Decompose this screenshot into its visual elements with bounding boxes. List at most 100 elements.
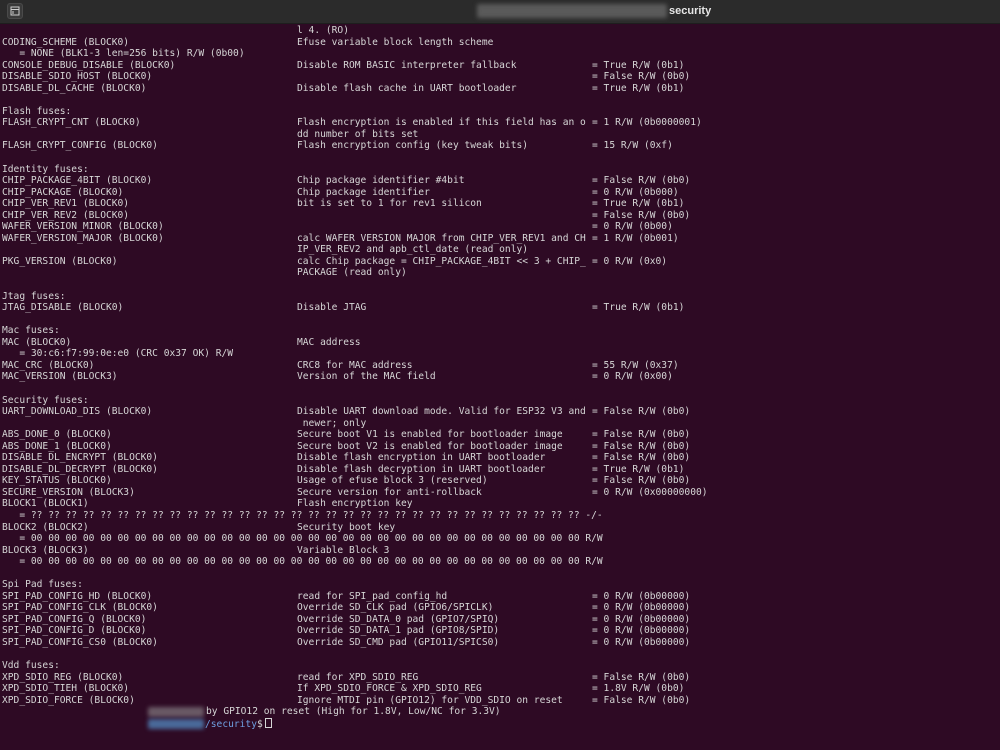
- new-tab-button[interactable]: [7, 3, 23, 19]
- fuse-value: = False R/W (0b0): [592, 71, 691, 83]
- fuse-name: XPD_SDIO_REG (BLOCK0): [2, 671, 124, 683]
- fuse-description: Version of the MAC field: [297, 371, 436, 383]
- fuse-name: SPI_PAD_CONFIG_CLK (BLOCK0): [2, 602, 158, 614]
- terminal-output[interactable]: l 4. (RO) CODING_SCHEME (BLOCK0) Efuse var…: [0, 25, 1000, 750]
- terminal-line: DISABLE_DL_CACHE (BLOCK0) Disable flash c…: [0, 83, 1000, 95]
- prompt-symbol: $: [256, 719, 263, 731]
- fuse-value: = False R/W (0b0): [592, 452, 691, 464]
- fuse-name: UART_DOWNLOAD_DIS (BLOCK0): [2, 406, 153, 418]
- shell-prompt[interactable]: /security$: [0, 718, 1000, 730]
- fuse-name: Identity fuses:: [2, 163, 89, 175]
- terminal-line: MAC (BLOCK0) MAC address: [0, 337, 1000, 349]
- terminal-line: SPI_PAD_CONFIG_CS0 (BLOCK0) Override SD_C…: [0, 637, 1000, 649]
- terminal-window: security l 4. (RO) CODING_SCHEME (BLOCK0)…: [0, 0, 1000, 750]
- fuse-name: SPI_PAD_CONFIG_D (BLOCK0): [2, 625, 147, 637]
- fuse-name: DISABLE_DL_ENCRYPT (BLOCK0): [2, 452, 158, 464]
- terminal-line: BLOCK1 (BLOCK1) Flash encryption key: [0, 498, 1000, 510]
- fuse-description: Flash encryption is enabled if this fiel…: [297, 117, 586, 129]
- terminal-line: CHIP_VER_REV1 (BLOCK0) bit is set to 1 fo…: [0, 198, 1000, 210]
- fuse-value: = 0 R/W (0b000): [592, 186, 679, 198]
- fuse-name: CHIP_PACKAGE (BLOCK0): [2, 186, 124, 198]
- terminal-line: CONSOLE_DEBUG_DISABLE (BLOCK0) Disable RO…: [0, 60, 1000, 72]
- fuse-value: = False R/W (0b0): [592, 175, 691, 187]
- terminal-line: newer; only: [0, 418, 1000, 430]
- fuse-description: MAC address: [297, 336, 361, 348]
- fuse-description: Variable Block 3: [297, 544, 390, 556]
- fuse-description: Efuse variable block length scheme: [297, 36, 494, 48]
- fuse-name: CONSOLE_DEBUG_DISABLE (BLOCK0): [2, 59, 176, 71]
- terminal-line: DISABLE_DL_ENCRYPT (BLOCK0) Disable flash…: [0, 452, 1000, 464]
- fuse-value: = 0 R/W (0x0): [592, 255, 668, 267]
- fuse-value: = False R/W (0b0): [592, 671, 691, 683]
- fuse-name: = NONE (BLK1-3 len=256 bits) R/W (0b00): [2, 48, 245, 60]
- fuse-name: Mac fuses:: [2, 325, 60, 337]
- terminal-line: DISABLE_DL_DECRYPT (BLOCK0) Disable flash…: [0, 464, 1000, 476]
- fuse-value: = 0 R/W (0b00): [592, 221, 673, 233]
- fuse-description: Disable ROM BASIC interpreter fallback: [297, 59, 517, 71]
- fuse-name: XPD_SDIO_FORCE (BLOCK0): [2, 694, 135, 706]
- fuse-name: SPI_PAD_CONFIG_CS0 (BLOCK0): [2, 636, 158, 648]
- terminal-line: WAFER_VERSION_MAJOR (BLOCK0) calc WAFER V…: [0, 233, 1000, 245]
- terminal-line: dd number of bits set: [0, 129, 1000, 141]
- fuse-name: CHIP_VER_REV2 (BLOCK0): [2, 209, 130, 221]
- prompt-path: /security: [205, 719, 257, 731]
- fuse-description: Disable JTAG: [297, 302, 367, 314]
- fuse-name: MAC_VERSION (BLOCK3): [2, 371, 118, 383]
- fuse-name: CHIP_PACKAGE_4BIT (BLOCK0): [2, 175, 153, 187]
- fuse-name: Vdd fuses:: [2, 660, 60, 672]
- fuse-value: = True R/W (0b1): [592, 302, 685, 314]
- terminal-tab-icon: [10, 6, 20, 16]
- fuse-description: bit is set to 1 for rev1 silicon: [297, 198, 482, 210]
- terminal-line: SECURE_VERSION (BLOCK3) Secure version fo…: [0, 487, 1000, 499]
- fuse-name: WAFER_VERSION_MINOR (BLOCK0): [2, 221, 164, 233]
- terminal-line: PACKAGE (read only): [0, 267, 1000, 279]
- fuse-value: = True R/W (0b1): [592, 198, 685, 210]
- title-bar: security: [0, 0, 1000, 24]
- terminal-line: XPD_SDIO_TIEH (BLOCK0) If XPD_SDIO_FORCE …: [0, 683, 1000, 695]
- terminal-line: CODING_SCHEME (BLOCK0) Efuse variable blo…: [0, 37, 1000, 49]
- terminal-line: XPD_SDIO_FORCE (BLOCK0) Ignore MTDI pin (…: [0, 695, 1000, 707]
- terminal-line: ABS_DONE_0 (BLOCK0) Secure boot V1 is ena…: [0, 429, 1000, 441]
- fuse-description: calc WAFER VERSION MAJOR from CHIP_VER_R…: [297, 232, 586, 244]
- terminal-line: SPI_PAD_CONFIG_Q (BLOCK0) Override SD_DAT…: [0, 614, 1000, 626]
- fuse-description: PACKAGE (read only): [297, 267, 407, 279]
- fuse-description: Security boot key: [297, 521, 396, 533]
- terminal-line: = ?? ?? ?? ?? ?? ?? ?? ?? ?? ?? ?? ?? ??…: [0, 510, 1000, 522]
- fuse-name: ABS_DONE_1 (BLOCK0): [2, 440, 112, 452]
- fuse-description: Secure version for anti-rollback: [297, 486, 482, 498]
- fuse-name: FLASH_CRYPT_CNT (BLOCK0): [2, 117, 141, 129]
- fuse-description: Disable flash encryption in UART bootloa…: [297, 452, 546, 464]
- fuse-value: = False R/W (0b0): [592, 694, 691, 706]
- fuse-name: XPD_SDIO_TIEH (BLOCK0): [2, 683, 130, 695]
- cursor[interactable]: [264, 718, 272, 729]
- terminal-line: DISABLE_SDIO_HOST (BLOCK0) = False R/W (0…: [0, 71, 1000, 83]
- fuse-name: SECURE_VERSION (BLOCK3): [2, 486, 135, 498]
- fuse-name: MAC (BLOCK0): [2, 336, 72, 348]
- fuse-name: KEY_STATUS (BLOCK0): [2, 475, 112, 487]
- terminal-line: BLOCK2 (BLOCK2) Security boot key: [0, 522, 1000, 534]
- terminal-line: CHIP_PACKAGE_4BIT (BLOCK0) Chip package i…: [0, 175, 1000, 187]
- fuse-description: Disable flash decryption in UART bootloa…: [297, 463, 546, 475]
- fuse-description: IP_VER_REV2 and apb_ctl_date (read only): [297, 244, 529, 256]
- fuse-description: Secure boot V1 is enabled for bootloader…: [297, 429, 563, 441]
- fuse-value: = 1 R/W (0b001): [592, 232, 679, 244]
- fuse-name: = ?? ?? ?? ?? ?? ?? ?? ?? ?? ?? ?? ?? ??…: [2, 509, 603, 521]
- terminal-line: Flash fuses:: [0, 106, 1000, 118]
- fuse-name: = 00 00 00 00 00 00 00 00 00 00 00 00 00…: [2, 533, 603, 545]
- terminal-line: Spi Pad fuses:: [0, 579, 1000, 591]
- terminal-line: ABS_DONE_1 (BLOCK0) Secure boot V2 is ena…: [0, 441, 1000, 453]
- terminal-line: WAFER_VERSION_MINOR (BLOCK0) = 0 R/W (0b0…: [0, 221, 1000, 233]
- terminal-line: = 00 00 00 00 00 00 00 00 00 00 00 00 00…: [0, 533, 1000, 545]
- fuse-value: = 55 R/W (0x37): [592, 359, 679, 371]
- terminal-line: MAC_CRC (BLOCK0) CRC8 for MAC address = 55…: [0, 360, 1000, 372]
- terminal-line: SPI_PAD_CONFIG_HD (BLOCK0) read for SPI_p…: [0, 591, 1000, 603]
- fuse-description: Secure boot V2 is enabled for bootloader…: [297, 440, 563, 452]
- fuse-name: SPI_PAD_CONFIG_HD (BLOCK0): [2, 590, 153, 602]
- terminal-last-output-line: by GPIO12 on reset (High for 1.8V, Low/N…: [0, 706, 1000, 718]
- terminal-line: UART_DOWNLOAD_DIS (BLOCK0) Disable UART d…: [0, 406, 1000, 418]
- terminal-line: MAC_VERSION (BLOCK3) Version of the MAC f…: [0, 371, 1000, 383]
